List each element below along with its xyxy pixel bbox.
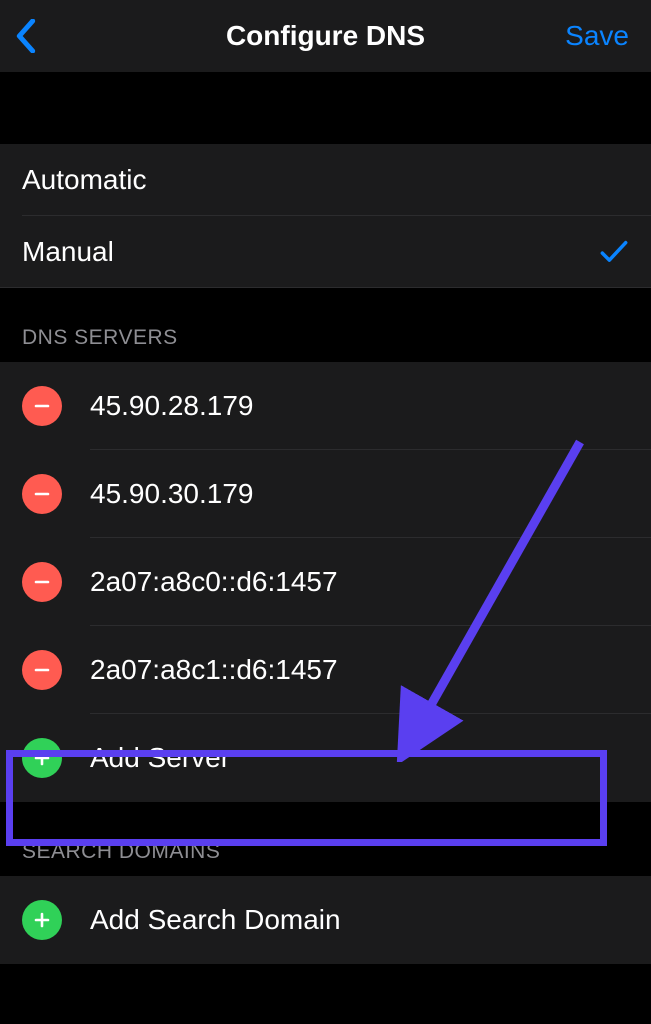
dns-server-value: 2a07:a8c0::d6:1457 [90,566,338,598]
dns-server-row[interactable]: 2a07:a8c0::d6:1457 [0,538,651,626]
dns-server-row[interactable]: 2a07:a8c1::d6:1457 [0,626,651,714]
delete-icon[interactable] [22,386,62,426]
nav-bar: Configure DNS Save [0,0,651,72]
delete-icon[interactable] [22,562,62,602]
add-search-domain-row[interactable]: Add Search Domain [0,876,651,964]
delete-icon[interactable] [22,474,62,514]
search-domains-header: SEARCH DOMAINS [0,802,651,876]
dns-servers-header: DNS SERVERS [0,288,651,362]
plus-icon[interactable] [22,900,62,940]
dns-server-value: 45.90.30.179 [90,478,254,510]
dns-servers-group: 45.90.28.179 45.90.30.179 2a07:a8c0::d6:… [0,362,651,802]
chevron-left-icon [16,19,36,53]
plus-icon[interactable] [22,738,62,778]
mode-option-automatic[interactable]: Automatic [0,144,651,216]
mode-group: Automatic Manual [0,144,651,288]
mode-option-manual[interactable]: Manual [0,216,651,288]
cell-label: Manual [22,236,599,268]
add-server-row[interactable]: Add Server [0,714,651,802]
cell-label: Automatic [22,164,629,196]
back-button[interactable] [16,14,60,58]
add-server-label: Add Server [90,742,230,774]
dns-server-value: 2a07:a8c1::d6:1457 [90,654,338,686]
delete-icon[interactable] [22,650,62,690]
save-button[interactable]: Save [565,20,635,52]
search-domains-group: Add Search Domain [0,876,651,964]
dns-server-row[interactable]: 45.90.30.179 [0,450,651,538]
add-search-domain-label: Add Search Domain [90,904,341,936]
page-title: Configure DNS [226,20,425,52]
dns-server-value: 45.90.28.179 [90,390,254,422]
spacer [0,72,651,144]
dns-server-row[interactable]: 45.90.28.179 [0,362,651,450]
checkmark-icon [599,237,629,267]
